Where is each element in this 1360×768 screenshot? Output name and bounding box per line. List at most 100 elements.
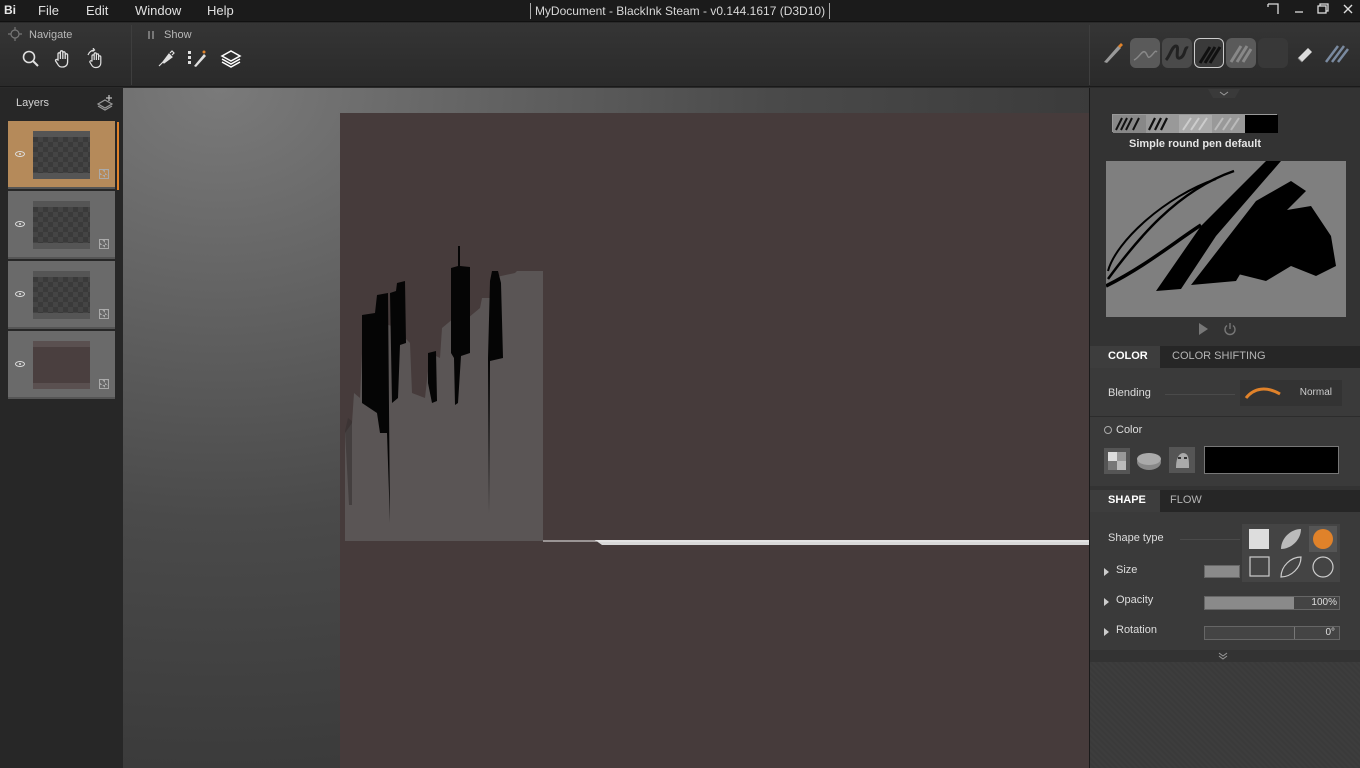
show-layers-icon[interactable]: [220, 48, 242, 70]
layer-thumbnail: [33, 271, 90, 319]
menu-window[interactable]: Window: [135, 3, 181, 18]
menu-edit[interactable]: Edit: [86, 3, 108, 18]
brush-stroke-preview: [1105, 161, 1346, 317]
title-bar: Bi File Edit Window Help MyDocument - Bl…: [0, 0, 1360, 22]
brush-slot-4[interactable]: [1226, 38, 1256, 68]
shape-type-grid: [1242, 524, 1340, 582]
show-brush-palette-icon[interactable]: [186, 48, 208, 70]
navigate-group: Navigate: [0, 23, 131, 87]
brush-slot-5[interactable]: [1258, 38, 1288, 68]
brush-slot-1[interactable]: [1130, 38, 1160, 68]
layer-thumbnail: [33, 201, 90, 249]
rotation-slider-divider: [1294, 627, 1295, 639]
tab-flow[interactable]: FLOW: [1170, 494, 1202, 506]
visibility-eye-icon[interactable]: [15, 291, 25, 297]
collapse-toolbar-icon[interactable]: [1208, 88, 1240, 98]
layer-item-4[interactable]: [8, 331, 115, 399]
color-radio-icon[interactable]: [1104, 426, 1112, 434]
tab-color[interactable]: COLOR: [1108, 350, 1148, 362]
layer-blend-icon[interactable]: [99, 379, 109, 389]
expand-rotation-icon[interactable]: [1104, 628, 1109, 636]
toolbar-separator-right: [1089, 25, 1090, 85]
rotation-label: Rotation: [1116, 624, 1157, 636]
brush-slot-3-selected[interactable]: [1194, 38, 1224, 68]
tab-color-shifting[interactable]: COLOR SHIFTING: [1172, 350, 1266, 362]
shape-square-outline-icon[interactable]: [1245, 554, 1273, 580]
brush-slot-2[interactable]: [1162, 38, 1192, 68]
opacity-slider[interactable]: 100%: [1204, 596, 1340, 610]
toolbar: Navigate Show: [0, 23, 1360, 87]
expand-more-icon[interactable]: [1216, 650, 1230, 660]
current-color-swatch[interactable]: [1204, 446, 1339, 474]
color-wheel-icon[interactable]: [1135, 448, 1163, 474]
rotate-hand-icon[interactable]: [85, 47, 107, 70]
active-layer-indicator: [117, 122, 119, 190]
pan-hand-icon[interactable]: [52, 48, 74, 70]
size-slider[interactable]: [1204, 565, 1240, 578]
brush-preset-strip[interactable]: [1112, 114, 1278, 133]
shape-type-label: Shape type: [1108, 532, 1164, 544]
brush-pen-icon[interactable]: [1098, 38, 1128, 68]
show-group-icon: [146, 29, 156, 39]
color-section-body: Blending Normal Color: [1090, 368, 1360, 486]
divider: [1180, 539, 1240, 540]
toolbar-separator: [131, 25, 132, 85]
brush-settings-panel: Simple round pen default COLOR COLOR SHI…: [1089, 88, 1360, 768]
shape-leaf-filled-icon[interactable]: [1277, 526, 1305, 552]
navigate-label: Navigate: [29, 29, 73, 41]
show-brush-icon[interactable]: [155, 48, 177, 70]
blending-value: Normal: [1299, 387, 1332, 398]
divider: [1165, 394, 1235, 395]
play-icon[interactable]: [1196, 322, 1210, 336]
layer-item-3[interactable]: [8, 261, 115, 329]
layers-panel: Layers: [0, 88, 123, 768]
shape-section-body: Shape type Size Opacity 100% Rotation 0°: [1090, 512, 1360, 650]
document-title: MyDocument - BlackInk Steam - v0.144.161…: [530, 3, 830, 19]
expand-size-icon[interactable]: [1104, 568, 1109, 576]
close-icon[interactable]: [1339, 2, 1357, 20]
show-group: Show: [133, 23, 253, 87]
show-label: Show: [164, 29, 192, 41]
color-swatches-icon[interactable]: [1104, 448, 1130, 474]
menu-help[interactable]: Help: [207, 3, 234, 18]
visibility-eye-icon[interactable]: [15, 361, 25, 367]
blending-mode-dropdown[interactable]: Normal: [1240, 380, 1342, 406]
canvas-viewport[interactable]: [123, 88, 1089, 768]
add-layer-icon[interactable]: [96, 94, 114, 112]
navigate-icon: [8, 27, 22, 41]
layers-title: Layers: [16, 97, 50, 109]
drawing-canvas[interactable]: [340, 113, 1089, 768]
minimize-icon[interactable]: [1290, 2, 1308, 20]
tab-shape[interactable]: SHAPE: [1108, 494, 1146, 506]
zoom-icon[interactable]: [20, 48, 42, 70]
shape-square-filled-icon[interactable]: [1245, 526, 1273, 552]
color-picker-face-icon[interactable]: [1168, 446, 1196, 474]
layer-thumbnail: [33, 131, 90, 179]
layer-blend-icon[interactable]: [99, 309, 109, 319]
eraser-icon[interactable]: [1290, 38, 1320, 68]
visibility-eye-icon[interactable]: [15, 151, 25, 157]
menu-file[interactable]: File: [38, 3, 59, 18]
opacity-slider-fill: [1205, 597, 1294, 609]
layer-blend-icon[interactable]: [99, 169, 109, 179]
color-label: Color: [1116, 424, 1143, 436]
layer-blend-icon[interactable]: [99, 239, 109, 249]
expand-opacity-icon[interactable]: [1104, 598, 1109, 606]
size-label: Size: [1116, 564, 1138, 576]
layer-item-1[interactable]: [8, 121, 115, 189]
size-slider-fill: [1205, 566, 1239, 577]
layer-item-2[interactable]: [8, 191, 115, 259]
rotation-slider[interactable]: 0°: [1204, 626, 1340, 640]
restore-icon[interactable]: [1314, 2, 1332, 20]
pin-window-icon[interactable]: [1264, 2, 1282, 20]
visibility-eye-icon[interactable]: [15, 221, 25, 227]
shape-leaf-outline-icon[interactable]: [1277, 554, 1305, 580]
blend-stroke-icon: [1244, 387, 1281, 400]
color-tabs: COLOR COLOR SHIFTING: [1090, 346, 1360, 368]
shape-circle-outline-icon[interactable]: [1309, 554, 1337, 580]
opacity-label: Opacity: [1116, 594, 1154, 606]
brush-name: Simple round pen default: [1128, 138, 1261, 150]
brush-slot-7[interactable]: [1322, 38, 1352, 68]
shape-circle-filled-icon[interactable]: [1309, 526, 1337, 552]
power-icon[interactable]: [1223, 322, 1237, 336]
